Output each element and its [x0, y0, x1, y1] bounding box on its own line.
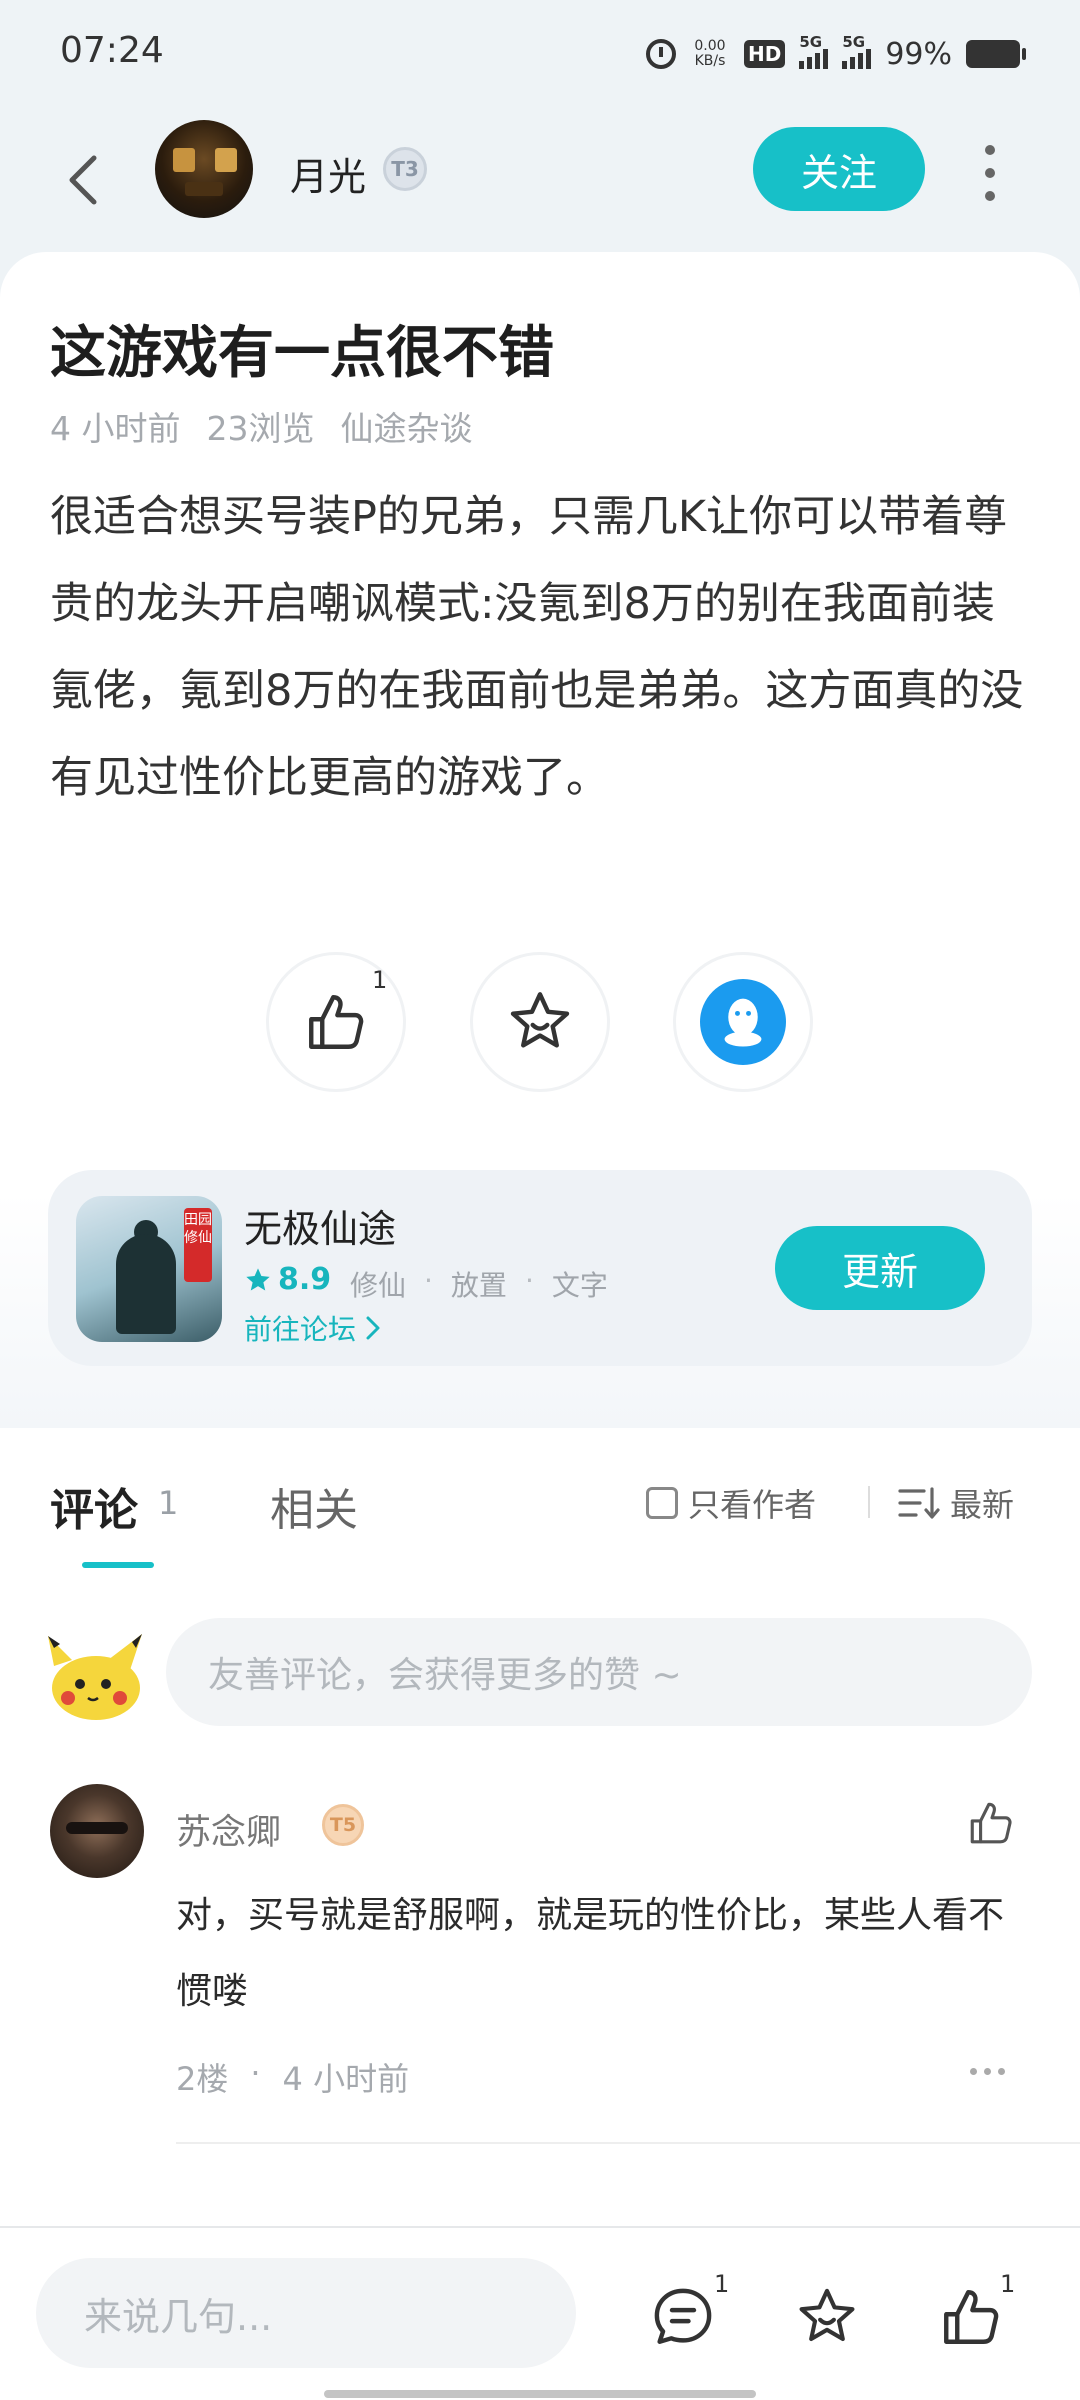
- status-bar: 07:24 0.00 KB/s HD 5G 5G 99%: [0, 0, 1080, 110]
- post-actions: 1: [0, 952, 1080, 1102]
- post-category[interactable]: 仙途杂谈: [341, 402, 473, 450]
- like-count: 1: [372, 966, 388, 994]
- comment-meta: 2楼 · 4 小时前: [176, 2054, 409, 2100]
- comment-time: 4 小时前: [282, 2060, 410, 2098]
- signal-5g-icon: 5G: [799, 33, 829, 69]
- post-meta: 4 小时前 23浏览 仙途杂谈: [50, 402, 473, 450]
- battery-percent: 99%: [885, 36, 952, 72]
- comment-icon[interactable]: [650, 2284, 716, 2350]
- comments-section: 评论 1 相关 只看作者 最新 友善评论，会获得更多的赞 ~ 苏念卿 T5 对，…: [0, 1428, 1080, 2228]
- follow-button[interactable]: 关注: [753, 127, 925, 211]
- signal-5g-icon-2: 5G: [842, 33, 872, 69]
- commenter-name[interactable]: 苏念卿: [176, 1804, 281, 1855]
- game-tags: 修仙 · 放置 · 文字: [350, 1264, 608, 1304]
- game-icon[interactable]: 田园修仙: [76, 1196, 222, 1342]
- post-title: 这游戏有一点很不错: [50, 321, 554, 386]
- comment-text: 对，买号就是舒服啊，就是玩的性价比，某些人看不惯喽: [176, 1895, 1005, 2012]
- sort-icon: [898, 1487, 940, 1519]
- battery-icon: [966, 40, 1026, 68]
- comment-divider: [176, 2142, 1080, 2144]
- favorite-star-icon[interactable]: [794, 2284, 860, 2350]
- tag-separator: ·: [424, 1264, 433, 1297]
- game-name[interactable]: 无极仙途: [244, 1198, 396, 1253]
- active-tab-indicator: [82, 1562, 154, 1568]
- filter-divider: [868, 1486, 870, 1518]
- network-speed: 0.00 KB/s: [690, 39, 730, 69]
- forum-link[interactable]: 前往论坛: [244, 1308, 382, 1348]
- thumbs-up-icon: [309, 995, 364, 1049]
- favorite-button[interactable]: [470, 952, 610, 1092]
- bottom-bar: 来说几句... 1 1: [0, 2226, 1080, 2400]
- only-author-checkbox[interactable]: [646, 1487, 678, 1519]
- game-rating: 8.9: [244, 1262, 331, 1297]
- chevron-right-icon: [366, 1316, 380, 1340]
- tab-comments[interactable]: 评论: [50, 1474, 138, 1538]
- commenter-level-badge: T5: [322, 1804, 364, 1846]
- star-face-icon: [510, 992, 570, 1048]
- tab-related[interactable]: 相关: [270, 1474, 358, 1538]
- back-arrow-icon[interactable]: [60, 150, 110, 210]
- comment-more-icon[interactable]: [970, 2068, 1005, 2075]
- sort-label: 最新: [950, 1486, 1015, 1524]
- thumbs-up-icon[interactable]: [938, 2284, 1004, 2350]
- commenter-avatar[interactable]: [50, 1784, 144, 1878]
- post-views: 23浏览: [206, 409, 315, 448]
- status-time: 07:24: [60, 30, 164, 71]
- game-card[interactable]: 田园修仙 无极仙途 8.9 修仙 · 放置 · 文字 前往论坛 更新: [48, 1170, 1032, 1366]
- only-author-toggle[interactable]: 只看作者: [646, 1480, 816, 1526]
- game-tag: 放置: [450, 1269, 507, 1302]
- tag-separator: ·: [524, 1264, 534, 1297]
- alarm-icon: [645, 39, 676, 69]
- sort-button[interactable]: 最新: [898, 1480, 1014, 1526]
- comment-count: 1: [714, 2270, 730, 2298]
- comment-like-icon[interactable]: [966, 1798, 1016, 1848]
- post-time: 4 小时前: [50, 409, 181, 448]
- author-name[interactable]: 月光: [290, 146, 366, 201]
- comment-meta-separator: ·: [250, 2054, 261, 2092]
- game-tag: 修仙: [350, 1269, 407, 1302]
- rating-value: 8.9: [278, 1262, 332, 1297]
- home-indicator[interactable]: [324, 2390, 756, 2398]
- only-author-label: 只看作者: [688, 1486, 817, 1524]
- qq-icon: [700, 979, 786, 1065]
- more-options-icon[interactable]: [980, 145, 1000, 201]
- update-button[interactable]: 更新: [775, 1226, 985, 1310]
- rating-star-icon: [246, 1267, 270, 1290]
- share-qq-button[interactable]: [673, 952, 813, 1092]
- author-avatar[interactable]: [155, 120, 253, 218]
- signal-5g-label: 5G: [799, 33, 823, 51]
- author-level-badge: T3: [383, 147, 427, 191]
- comment-input[interactable]: 友善评论，会获得更多的赞 ~: [166, 1618, 1032, 1726]
- status-icons: 0.00 KB/s HD 5G 5G 99%: [645, 32, 1026, 76]
- network-speed-value: 0.00: [694, 38, 726, 54]
- game-tag: 文字: [551, 1269, 608, 1302]
- tab-comments-count: 1: [158, 1484, 179, 1522]
- post-body: 很适合想买号装P的兄弟，只需几K让你可以带着尊贵的龙头开启嘲讽模式:没氪到8万的…: [50, 492, 1024, 803]
- bottom-like-count: 1: [1000, 2270, 1016, 2298]
- hd-voice-icon: HD: [743, 40, 786, 68]
- my-avatar[interactable]: [46, 1626, 146, 1726]
- network-speed-unit: KB/s: [694, 53, 726, 69]
- forum-link-label: 前往论坛: [244, 1313, 357, 1346]
- post-card: 这游戏有一点很不错 4 小时前 23浏览 仙途杂谈 很适合想买号装P的兄弟，只需…: [0, 252, 1080, 1428]
- comment-floor: 2楼: [176, 2060, 229, 2098]
- reply-input[interactable]: 来说几句...: [36, 2258, 576, 2368]
- post-header: 月光 T3 关注: [0, 110, 1080, 260]
- game-icon-tag: 田园修仙: [184, 1208, 212, 1282]
- signal-5g-label-2: 5G: [842, 33, 866, 51]
